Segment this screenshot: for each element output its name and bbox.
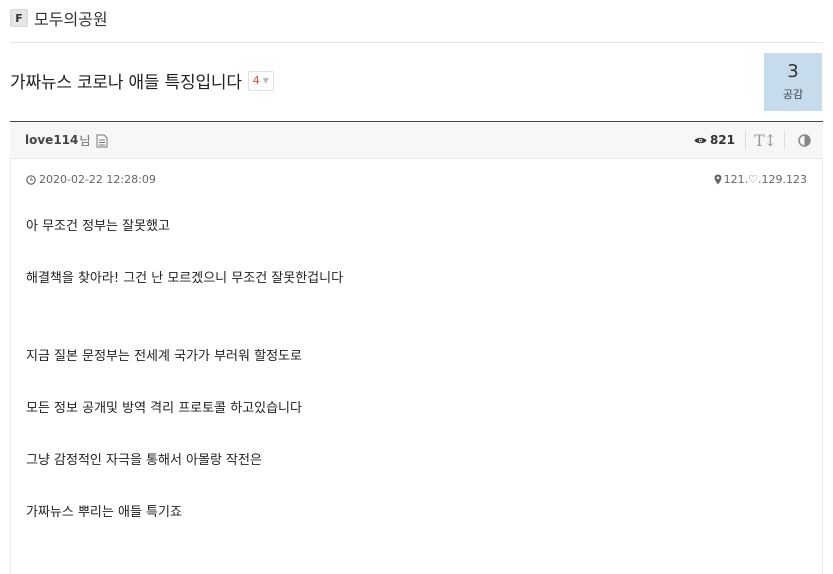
post-title: 가짜뉴스 코로나 애들 특징입니다 (10, 73, 242, 93)
chevron-down-icon: ▼ (262, 76, 269, 85)
contrast-icon (797, 133, 811, 147)
ip-value: 121.♡.129.123 (723, 173, 807, 186)
like-label: 공감 (782, 88, 804, 101)
content-line: 지금 질본 문정부는 전세계 국가가 부러워 할정도로 (26, 349, 302, 364)
like-count: 3 (787, 61, 799, 82)
datetime-value: 2020-02-22 12:28:09 (39, 173, 156, 186)
comment-count-value: 4 (252, 74, 260, 87)
board-badge: F (10, 9, 28, 27)
view-count-value: 821 (709, 133, 735, 147)
content-line: 아 무조건 정부는 잘못했고 (26, 219, 170, 234)
location-icon (714, 174, 722, 185)
comment-count-button[interactable]: 4 ▼ (247, 70, 274, 91)
meta-right-tools: 821 T↕ (694, 122, 823, 158)
contrast-button[interactable] (785, 122, 823, 158)
content-line: 해결책을 찾아라! 그건 난 모르겠으니 무조건 잘못한겁니다 (26, 271, 344, 286)
font-size-icon: T↕ (753, 130, 777, 150)
content-line: 모든 정보 공개및 방역 격리 프로토콜 하고있습니다 (26, 401, 302, 416)
eye-icon (694, 137, 707, 143)
content-line: 가짜뉴스 뿌리는 애들 특기죠 (26, 505, 182, 520)
font-size-button[interactable]: T↕ (746, 122, 784, 158)
post-meta-bar: love114 님 821 T↕ (10, 121, 823, 159)
author-ip: 121.♡.129.123 (714, 173, 807, 186)
top-divider (10, 42, 823, 43)
clock-icon (26, 174, 36, 185)
board-header: F 모두의공원 (10, 6, 108, 30)
view-count: 821 (694, 133, 735, 147)
like-button[interactable]: 3 공감 (764, 53, 822, 111)
title-row: 가짜뉴스 코로나 애들 특징입니다 4 ▼ (10, 68, 274, 93)
author-suffix: 님 (79, 133, 91, 148)
post-body: 2020-02-22 12:28:09 121.♡.129.123 아 무조건 … (10, 159, 823, 574)
post-datetime: 2020-02-22 12:28:09 (26, 173, 156, 186)
board-name-link[interactable]: 모두의공원 (34, 6, 108, 30)
author-name[interactable]: love114 (25, 133, 78, 147)
content-line: 그냥 감정적인 자극을 통해서 아몰랑 작전은 (26, 453, 262, 468)
document-icon[interactable] (96, 133, 108, 148)
